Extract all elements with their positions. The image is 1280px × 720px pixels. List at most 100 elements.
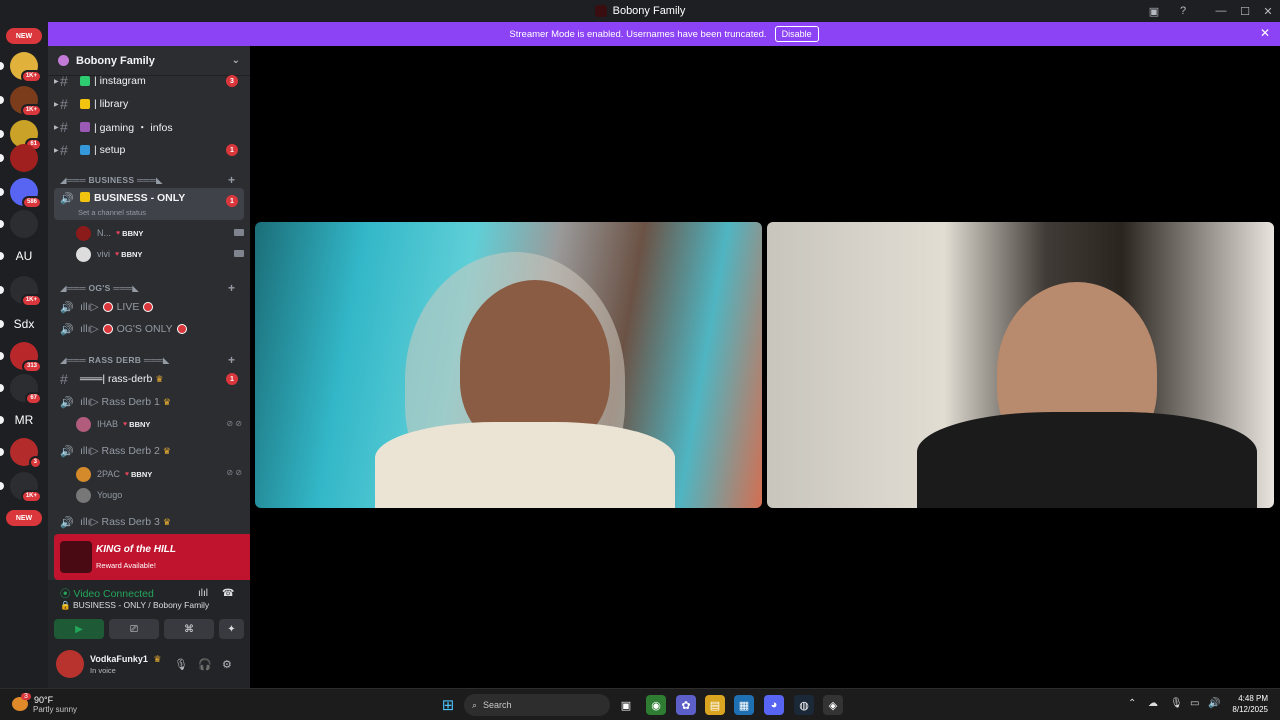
new-badge[interactable]: NEW (6, 28, 42, 44)
shoulders-shape (375, 422, 675, 508)
server-label: AU (15, 249, 33, 263)
text-channel-icon: # (60, 119, 68, 135)
weather-desc[interactable]: Partly sunny (33, 705, 77, 714)
server-icon[interactable]: 1K+ (10, 52, 42, 83)
category-rass-derb[interactable]: ◢═══ RASS DERB ═══◣ + (60, 353, 235, 367)
search-box[interactable]: ⌕ Search (464, 694, 610, 716)
avatar[interactable] (56, 650, 84, 678)
microphone-icon[interactable]: 🎙 (1170, 698, 1183, 709)
maximize-button[interactable]: ☐ (1233, 0, 1257, 22)
screen-share-button[interactable]: ⎚ (109, 619, 159, 639)
connection-status[interactable]: ⦿ Video Connected (60, 586, 154, 601)
channel-name: BUSINESS - ONLY (94, 192, 186, 204)
voice-user[interactable]: vivi ♥ BBNY (76, 244, 142, 264)
app-icon[interactable]: ◈ (823, 695, 843, 715)
voice-channel-rass-derb-2[interactable]: 🔊 ıllı▷ Rass Derb 2 ♛ (54, 440, 244, 462)
video-tile[interactable] (255, 222, 762, 508)
channel-status[interactable]: Set a channel status (78, 208, 146, 217)
server-icon[interactable]: 313 (10, 342, 42, 373)
server-icon[interactable]: 586 (10, 178, 42, 209)
red-circle-icon (143, 302, 154, 312)
channel-rass-derb[interactable]: # ═══| rass-derb ♛ 1 (54, 368, 244, 390)
channel-name: LIVE (116, 301, 140, 313)
noise-suppression-icon[interactable]: ılıl (198, 588, 208, 599)
channel-library[interactable]: ▶ # | library (54, 93, 244, 115)
add-channel-icon[interactable]: + (228, 353, 235, 367)
voice-channel-rass-derb-3[interactable]: 🔊 ıllı▷ Rass Derb 3 ♛ (54, 511, 244, 533)
soundboard-button[interactable]: ✦ (219, 619, 244, 639)
discord-icon[interactable]: ◕ (764, 695, 784, 715)
server-icon[interactable]: 3 (10, 438, 42, 469)
voice-channel-ogs-only[interactable]: 🔊 ıllı▷ OG'S ONLY (54, 318, 244, 340)
chrome-icon[interactable]: ◉ (646, 695, 666, 715)
server-icon[interactable]: MR (10, 406, 38, 434)
weather-temp[interactable]: 90°F (34, 695, 53, 705)
inbox-icon[interactable]: ▣ (1142, 0, 1166, 22)
voice-user[interactable]: 2PAC ♥ BBNY (76, 464, 152, 484)
copilot-icon[interactable]: ✿ (676, 695, 696, 715)
channel-setup[interactable]: ▶ # | setup 1 (54, 139, 244, 161)
task-view-icon[interactable]: ▣ (616, 695, 636, 715)
avatar (76, 225, 91, 241)
voice-user[interactable]: Yougo (76, 485, 122, 505)
headphones-icon[interactable]: 🎧 (198, 658, 212, 671)
unread-badge: 1 (226, 195, 238, 207)
windows-start-icon[interactable]: ⊞ (438, 695, 458, 715)
video-stage (250, 46, 1280, 688)
network-icon[interactable]: ☁ (1148, 698, 1158, 709)
voice-user[interactable]: N... ♥ BBNY (76, 223, 143, 243)
video-tile[interactable] (767, 222, 1274, 508)
server-icon[interactable]: Sdx (10, 310, 38, 338)
help-icon[interactable]: ? (1171, 0, 1195, 22)
clan-tag: ♥ BBNY (124, 469, 153, 479)
user-name: IHAB (97, 419, 119, 429)
voice-channel-live[interactable]: 🔊 ıllı▷ LIVE (54, 296, 244, 318)
add-channel-icon[interactable]: + (228, 281, 235, 295)
new-badge[interactable]: NEW (6, 510, 42, 526)
microphone-icon[interactable]: 🎙 (174, 658, 188, 671)
server-icon[interactable]: AU (10, 242, 38, 270)
server-icon[interactable]: 1K+ (10, 276, 42, 307)
add-channel-icon[interactable]: + (228, 173, 235, 187)
speaker-icon: 🔊 (60, 445, 74, 458)
user-name[interactable]: VodkaFunky1 ♛ (90, 654, 161, 665)
category-ogs[interactable]: ◢═══ OG'S ═══◣ + (60, 281, 235, 295)
text-channel-icon: # (60, 96, 68, 112)
gear-icon[interactable]: ⚙ (222, 658, 232, 671)
connection-location[interactable]: 🔒 BUSINESS - ONLY / Bobony Family (60, 600, 209, 611)
category-business[interactable]: ◢═══ BUSINESS ═══◣ + (60, 173, 235, 187)
steam-icon[interactable]: ◍ (794, 695, 814, 715)
server-icon[interactable] (10, 210, 38, 238)
file-explorer-icon[interactable]: ▤ (705, 695, 725, 715)
clock[interactable]: 4:48 PM 8/12/2025 (1232, 693, 1268, 715)
close-window-button[interactable]: ✕ (1256, 0, 1280, 22)
server-icon[interactable]: 1K+ (10, 472, 42, 503)
server-icon[interactable] (10, 144, 38, 172)
display-icon[interactable]: ▭ (1190, 698, 1199, 709)
mention-badge: 313 (21, 360, 42, 373)
chevron-down-icon[interactable]: ⌄ (232, 55, 240, 66)
disable-streamer-mode-button[interactable]: Disable (774, 26, 819, 42)
server-icon[interactable]: 1K+ (10, 86, 42, 117)
red-circle-icon (102, 302, 113, 312)
mention-badge: 586 (21, 196, 42, 209)
chevron-up-icon[interactable]: ⌃ (1128, 698, 1136, 709)
activities-button[interactable]: ⌘ (164, 619, 214, 639)
store-icon[interactable]: ▦ (734, 695, 754, 715)
minimize-button[interactable]: — (1209, 0, 1233, 22)
mention-badge: 1K+ (20, 294, 42, 307)
voice-channel-business-only[interactable]: 🔊 BUSINESS - ONLY 1 Set a channel status (54, 188, 244, 220)
channel-gaming-infos[interactable]: ▶ # | gaming ・ infos (54, 116, 244, 138)
voice-user[interactable]: IHAB ♥ BBNY (76, 414, 150, 434)
close-icon[interactable]: ✕ (1260, 26, 1270, 40)
volume-icon[interactable]: 🔊 (1208, 698, 1220, 709)
computer-emoji-icon (80, 145, 90, 155)
camera-button[interactable]: ▶ (54, 619, 104, 639)
channel-instagram[interactable]: ▶ # | instagram 3 (54, 72, 244, 90)
guild-icon (58, 55, 69, 66)
voice-channel-rass-derb-1[interactable]: 🔊 ıllı▷ Rass Derb 1 ♛ (54, 391, 244, 413)
server-list: NEW 1K+ 1K+ 61 586 AU 1K+ Sdx 313 67 MR 3 1K+ NEW (0, 22, 48, 688)
disconnect-icon[interactable]: ☎ (222, 588, 234, 599)
channel-sidebar: Bobony Family ⌄ ▶ # | instagram 3 ▶ # | … (48, 46, 292, 688)
server-icon[interactable]: 67 (10, 374, 42, 405)
